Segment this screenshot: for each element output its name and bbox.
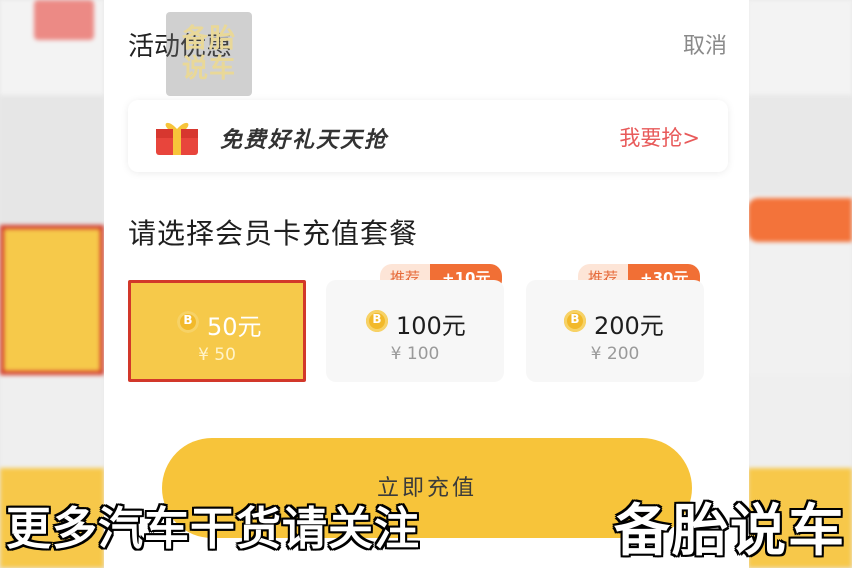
coin-icon <box>564 310 586 332</box>
background-tag <box>748 198 852 242</box>
promo-banner[interactable]: 免费好礼天天抢 我要抢> <box>128 100 728 172</box>
package-price: ¥ 50 <box>198 345 236 365</box>
gift-icon <box>156 122 198 155</box>
package-card-200[interactable]: 200元 ¥ 200 <box>526 280 704 382</box>
cancel-button[interactable]: 取消 <box>683 28 727 60</box>
promo-grab-link[interactable]: 我要抢> <box>619 122 700 152</box>
recharge-panel: 活动优惠 取消 备胎 说车 免费好礼天天抢 我要抢> 请选择会员卡充值套餐 50… <box>104 0 749 568</box>
package-amount: 200元 <box>594 312 664 340</box>
watermark-logo: 备胎 说车 <box>166 12 252 96</box>
background-right <box>748 0 852 568</box>
video-caption: 更多汽车干货请关注 备胎说车 <box>0 486 852 564</box>
coin-icon <box>366 310 388 332</box>
coin-icon <box>177 311 199 333</box>
caption-right: 备胎说车 <box>614 499 846 564</box>
background-hint <box>34 0 94 40</box>
promo-text: 免费好礼天天抢 <box>220 128 389 153</box>
package-card-50[interactable]: 50元 ¥ 50 <box>128 280 306 382</box>
package-amount: 100元 <box>396 312 466 340</box>
section-title: 请选择会员卡充值套餐 <box>128 217 419 250</box>
package-card-100[interactable]: 100元 ¥ 100 <box>326 280 504 382</box>
watermark-line2: 说车 <box>181 54 236 84</box>
background-selected-card <box>0 225 104 375</box>
package-price: ¥ 100 <box>390 344 440 364</box>
caption-left: 更多汽车干货请关注 <box>6 502 421 555</box>
background-left <box>0 0 104 568</box>
package-amount: 50元 <box>207 313 262 341</box>
watermark-line1: 备胎 <box>181 24 236 54</box>
package-price: ¥ 200 <box>590 344 640 364</box>
